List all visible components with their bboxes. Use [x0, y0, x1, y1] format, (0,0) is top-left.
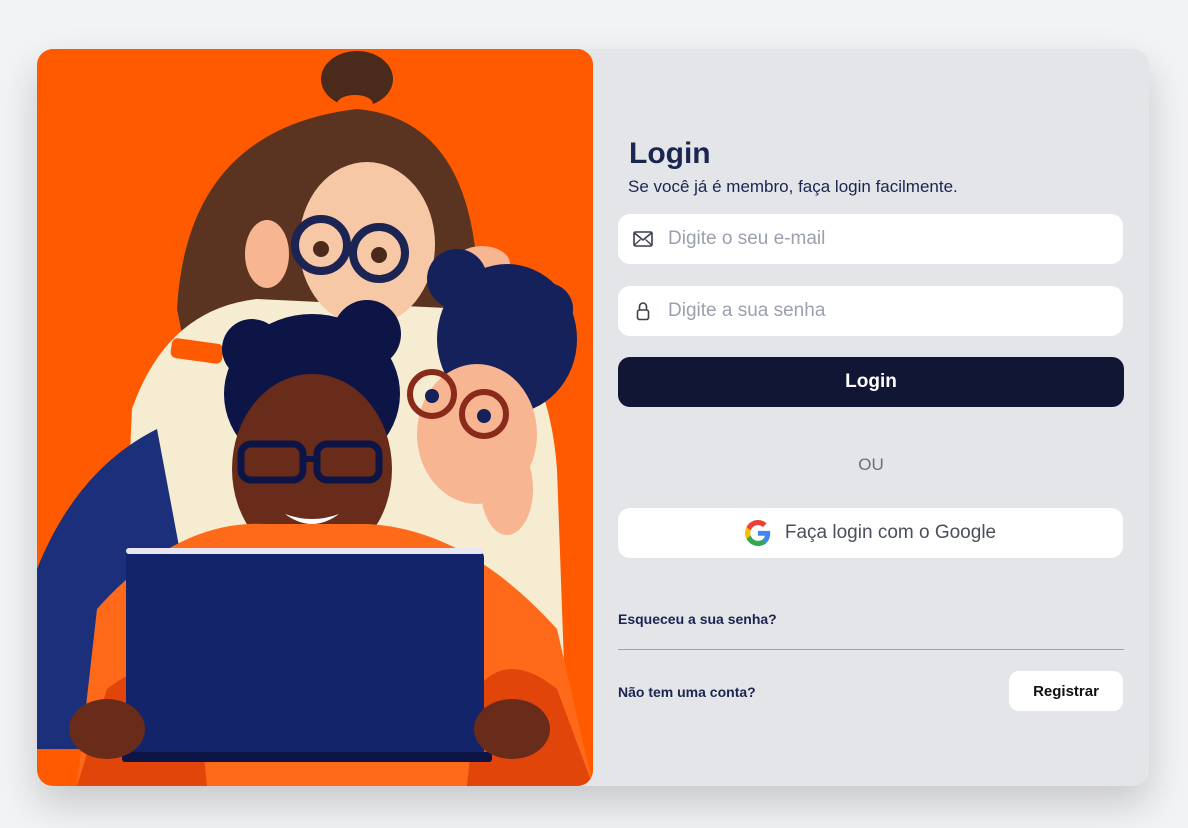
hero-illustration — [37, 49, 593, 786]
google-login-button[interactable]: Faça login com o Google — [618, 508, 1123, 558]
no-account-text: Não tem uma conta? — [618, 684, 756, 700]
people-with-laptop-illustration — [37, 49, 593, 786]
divider-text: OU — [858, 455, 884, 474]
page-title: Login — [629, 137, 711, 170]
email-field[interactable] — [618, 214, 1123, 264]
divider-line — [618, 649, 1124, 650]
forgot-password-link[interactable]: Esqueceu a sua senha? — [618, 611, 777, 627]
login-card: Login Se você já é membro, faça login fa… — [37, 49, 1149, 786]
login-button[interactable]: Login — [618, 357, 1124, 407]
register-button[interactable]: Registrar — [1009, 671, 1123, 711]
login-panel: Login Se você já é membro, faça login fa… — [593, 49, 1149, 786]
page-subtitle: Se você já é membro, faça login facilmen… — [628, 177, 958, 196]
google-logo-icon — [744, 520, 771, 546]
password-input[interactable] — [668, 300, 1088, 322]
lock-icon — [618, 286, 668, 336]
google-login-label: Faça login com o Google — [784, 522, 997, 543]
email-input[interactable] — [668, 228, 1088, 250]
envelope-icon — [618, 214, 668, 264]
password-field[interactable] — [618, 286, 1123, 336]
